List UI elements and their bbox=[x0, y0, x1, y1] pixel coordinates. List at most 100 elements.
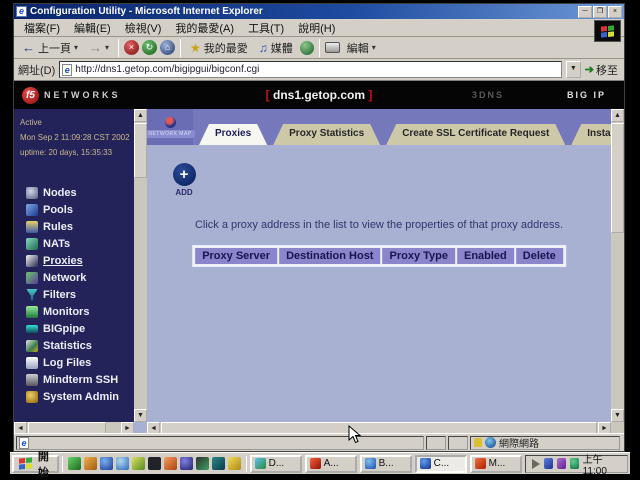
quicklaunch-icon-4[interactable] bbox=[116, 457, 129, 470]
quicklaunch-icon-8[interactable] bbox=[180, 457, 193, 470]
tray-icon-3[interactable] bbox=[570, 458, 579, 469]
sidebar-item-nodes[interactable]: Nodes bbox=[14, 184, 134, 201]
menu-view[interactable]: 檢視(V) bbox=[119, 19, 168, 37]
status-state: Active bbox=[20, 115, 134, 130]
forward-dropdown-icon[interactable]: ▾ bbox=[105, 43, 109, 52]
lock-icon bbox=[474, 438, 482, 447]
scroll-up-icon[interactable]: ▲ bbox=[611, 109, 624, 122]
sidebar-item-log-files[interactable]: Log Files bbox=[14, 354, 134, 371]
title-bar[interactable]: e Configuration Utility - Microsoft Inte… bbox=[14, 4, 624, 19]
start-button[interactable]: 開始 bbox=[12, 455, 59, 473]
back-label: 上一頁 bbox=[38, 40, 71, 56]
toolbar-separator bbox=[319, 39, 320, 57]
column-proxy-type[interactable]: Proxy Type bbox=[382, 248, 455, 264]
quicklaunch-icon-11[interactable] bbox=[228, 457, 241, 470]
tray-icon-1[interactable] bbox=[544, 458, 553, 469]
windows-taskbar: 開始 D... A... B... C... M... bbox=[10, 452, 630, 474]
quicklaunch-icon-5[interactable] bbox=[132, 457, 145, 470]
add-button[interactable]: + bbox=[173, 163, 196, 186]
edit-label: 編輯 bbox=[347, 40, 369, 56]
quicklaunch-icon-3[interactable] bbox=[100, 457, 113, 470]
task-button-5[interactable]: M... bbox=[470, 455, 522, 473]
quicklaunch-icon-9[interactable] bbox=[196, 457, 209, 470]
print-button[interactable] bbox=[325, 42, 340, 53]
column-destination-host[interactable]: Destination Host bbox=[279, 248, 380, 264]
quicklaunch-icon-1[interactable] bbox=[68, 457, 81, 470]
scrollbar-thumb[interactable] bbox=[134, 123, 147, 178]
browser-toolbar: ← 上一頁 ▾ → ▾ × ↻ ⌂ ★ 我的最愛 ♫ 媒體 bbox=[14, 37, 624, 59]
taskbar-separator bbox=[246, 456, 247, 472]
scroll-down-icon[interactable]: ▼ bbox=[611, 409, 624, 422]
quicklaunch-icon-10[interactable] bbox=[212, 457, 225, 470]
sidebar-item-system-admin[interactable]: System Admin bbox=[14, 388, 134, 405]
maximize-button[interactable]: ❐ bbox=[593, 6, 607, 18]
hostname-text: dns1.getop.com bbox=[273, 88, 365, 102]
stop-button[interactable]: × bbox=[124, 40, 139, 55]
status-pane bbox=[448, 436, 468, 450]
sidebar-item-filters[interactable]: Filters bbox=[14, 286, 134, 303]
start-label: 開始 bbox=[35, 448, 52, 480]
address-field[interactable]: e bbox=[59, 61, 562, 78]
back-button[interactable]: ← 上一頁 ▾ bbox=[18, 39, 82, 57]
sidebar-item-proxies[interactable]: Proxies bbox=[14, 252, 134, 269]
forward-arrow-icon: → bbox=[89, 40, 102, 55]
refresh-button[interactable]: ↻ bbox=[142, 40, 157, 55]
back-arrow-icon: ← bbox=[22, 40, 35, 55]
back-dropdown-icon[interactable]: ▾ bbox=[74, 43, 78, 52]
internet-globe-icon bbox=[485, 437, 496, 448]
favorites-button[interactable]: ★ 我的最愛 bbox=[186, 39, 252, 57]
task-button-4[interactable]: C... bbox=[415, 455, 467, 473]
minimize-button[interactable]: ─ bbox=[578, 6, 592, 18]
media-button[interactable]: ♫ 媒體 bbox=[255, 39, 297, 57]
tab-proxy-statistics[interactable]: Proxy Statistics bbox=[273, 124, 380, 145]
task-button-3[interactable]: B... bbox=[360, 455, 412, 473]
column-proxy-server[interactable]: Proxy Server bbox=[195, 248, 277, 264]
quicklaunch-icon-6[interactable] bbox=[148, 457, 161, 470]
menu-edit[interactable]: 編輯(E) bbox=[68, 19, 117, 37]
tab-proxies[interactable]: Proxies bbox=[199, 124, 267, 145]
column-delete[interactable]: Delete bbox=[516, 248, 563, 264]
scroll-down-icon[interactable]: ▼ bbox=[134, 409, 147, 422]
menu-tools[interactable]: 工具(T) bbox=[242, 19, 290, 37]
sidebar-item-statistics[interactable]: Statistics bbox=[14, 337, 134, 354]
forward-button[interactable]: → ▾ bbox=[85, 39, 113, 56]
windows-flag-icon bbox=[601, 25, 614, 37]
task-icon bbox=[420, 458, 431, 469]
tab-create-ssl-certificate-request[interactable]: Create SSL Certificate Request bbox=[386, 124, 565, 145]
quicklaunch-icon-2[interactable] bbox=[84, 457, 97, 470]
sidebar-item-network[interactable]: Network bbox=[14, 269, 134, 286]
scrollbar-thumb[interactable] bbox=[611, 123, 624, 233]
address-dropdown-button[interactable]: ▼ bbox=[566, 61, 581, 78]
close-button[interactable]: × bbox=[608, 6, 622, 18]
task-button-2[interactable]: A... bbox=[305, 455, 357, 473]
home-button[interactable]: ⌂ bbox=[160, 40, 175, 55]
proxy-table: Proxy Server Destination Host Proxy Type… bbox=[192, 245, 566, 267]
edit-button[interactable]: 編輯 ▾ bbox=[343, 39, 380, 57]
history-button[interactable] bbox=[300, 41, 314, 55]
go-button[interactable]: ➔ 移至 bbox=[585, 62, 620, 78]
sidebar-item-mindterm-ssh[interactable]: Mindterm SSH bbox=[14, 371, 134, 388]
main-vertical-scrollbar[interactable]: ▲ ▼ bbox=[611, 109, 624, 422]
mindterm-ssh-icon bbox=[26, 374, 38, 386]
menu-favorites[interactable]: 我的最愛(A) bbox=[169, 19, 240, 37]
sidebar-item-monitors[interactable]: Monitors bbox=[14, 303, 134, 320]
tab-install-ssl-certificate[interactable]: Install SSL Certif bbox=[571, 124, 611, 145]
edit-dropdown-icon[interactable]: ▾ bbox=[372, 43, 376, 52]
quicklaunch-icon-7[interactable] bbox=[164, 457, 177, 470]
sidebar-item-pools[interactable]: Pools bbox=[14, 201, 134, 218]
rules-icon bbox=[26, 221, 38, 233]
task-button-1[interactable]: D... bbox=[250, 455, 302, 473]
menu-help[interactable]: 說明(H) bbox=[292, 19, 341, 37]
url-input[interactable] bbox=[75, 64, 561, 75]
sidebar-item-rules[interactable]: Rules bbox=[14, 218, 134, 235]
sidebar-item-bigpipe[interactable]: BIGpipe bbox=[14, 320, 134, 337]
sidebar-vertical-scrollbar[interactable]: ▲ ▼ bbox=[134, 109, 147, 422]
window-controls: ─ ❐ × bbox=[578, 6, 622, 18]
volume-icon[interactable] bbox=[532, 459, 540, 469]
sidebar-item-nats[interactable]: NATs bbox=[14, 235, 134, 252]
menu-file[interactable]: 檔案(F) bbox=[18, 19, 66, 37]
scroll-up-icon[interactable]: ▲ bbox=[134, 109, 147, 122]
tray-icon-2[interactable] bbox=[557, 458, 566, 469]
column-enabled[interactable]: Enabled bbox=[457, 248, 514, 264]
network-map-button[interactable]: NETWORK MAP bbox=[147, 109, 193, 145]
